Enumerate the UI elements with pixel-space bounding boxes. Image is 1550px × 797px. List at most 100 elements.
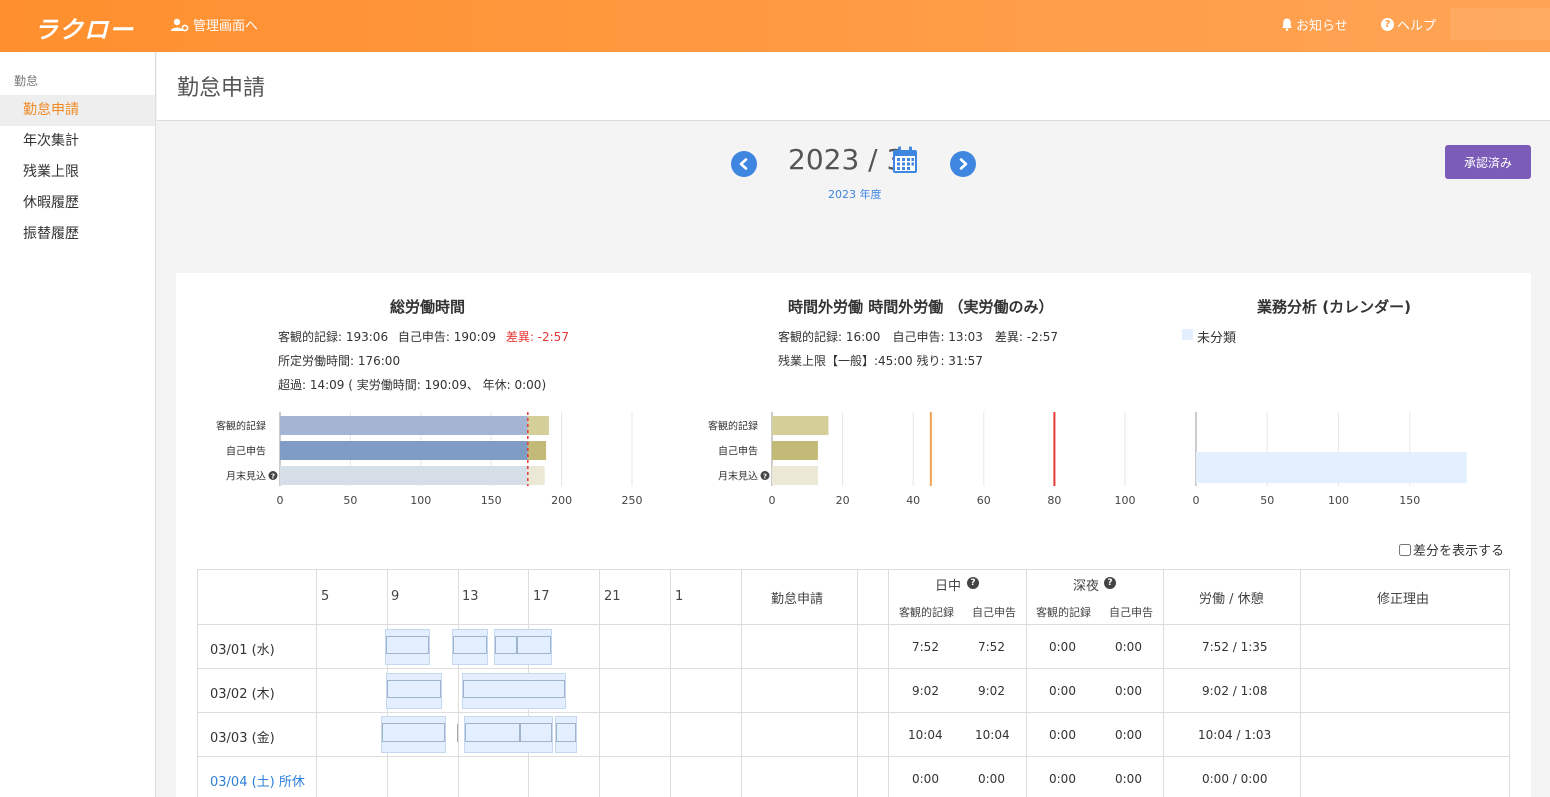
header-application: 勤怠申請 [771, 592, 824, 607]
sidebar-item-overtime-limit[interactable]: 残業上限 [0, 157, 155, 188]
row-day-objective: 10:04 [908, 728, 943, 742]
subheader-day-self: 自己申告 [972, 606, 1016, 619]
daytime-help-icon[interactable]: ? [967, 577, 979, 589]
x-tick-label: 50 [1260, 494, 1274, 507]
row-date[interactable]: 03/01 (水) [210, 639, 275, 658]
fiscal-year-label: 2023 年度 [828, 188, 882, 201]
question-circle-icon: ? [1381, 18, 1394, 31]
user-cog-icon [171, 18, 189, 31]
x-tick-label: 150 [481, 494, 502, 507]
timeline-segment [453, 636, 487, 654]
row-night-self: 0:00 [1115, 728, 1142, 742]
prev-month-button[interactable] [731, 151, 757, 177]
timeline-segment [495, 636, 517, 654]
bar [527, 416, 549, 435]
row-day-self: 9:02 [978, 684, 1005, 698]
category-label: 月末見込 [718, 470, 758, 483]
hour-header: 21 [604, 589, 621, 604]
help-link[interactable]: ? ヘルプ [1381, 15, 1436, 34]
x-tick-label: 0 [769, 494, 776, 507]
sidebar-item-attendance-request[interactable]: 勤怠申請 [0, 95, 155, 126]
sidebar-item-annual-summary[interactable]: 年次集計 [0, 126, 155, 157]
header-night: 深夜 [1073, 579, 1100, 594]
sidebar-item-substitute-history[interactable]: 振替履歴 [0, 219, 155, 250]
diff-toggle[interactable]: 差分を表示する [1399, 540, 1504, 559]
help-label: ヘルプ [1397, 19, 1437, 34]
total-line1: 客観的記録: 193:06 自己申告: 190:09 差異: -2:57 [278, 328, 569, 345]
x-tick-label: 150 [1399, 494, 1420, 507]
row-date[interactable]: 03/03 (金) [210, 727, 275, 746]
calendar-icon[interactable] [892, 146, 918, 174]
table-row-divider [197, 569, 1509, 570]
row-date[interactable]: 03/02 (木) [210, 683, 275, 702]
timeline-segment [520, 723, 552, 742]
hour-header: 1 [675, 589, 684, 604]
row-day-self: 7:52 [978, 640, 1005, 654]
diff-checkbox[interactable] [1399, 543, 1411, 556]
timeline-segment [465, 723, 520, 742]
question-circle-icon[interactable]: ? [760, 471, 770, 481]
table-col-divider [458, 569, 459, 797]
x-tick-label: 250 [622, 494, 643, 507]
approved-button[interactable]: 承認済み [1445, 145, 1531, 179]
x-tick-label: 60 [977, 494, 991, 507]
row-night-objective: 0:00 [1049, 640, 1076, 654]
table-col-divider [1300, 569, 1301, 797]
subheader-day-objective: 客観的記録 [899, 606, 954, 619]
row-day-objective: 9:02 [912, 684, 939, 698]
table-col-divider [197, 569, 198, 797]
total-line3: 超過: 14:09 ( 実労働時間: 190:09、 年休: 0:00) [278, 378, 547, 392]
page-title: 勤怠申請 [177, 76, 266, 101]
x-tick-label: 80 [1047, 494, 1061, 507]
notice-link[interactable]: お知らせ [1281, 15, 1348, 34]
night-help-icon[interactable]: ? [1104, 577, 1116, 589]
category-label: 客観的記録 [216, 420, 266, 433]
subheader-night-objective: 客観的記録 [1036, 606, 1091, 619]
bar [772, 416, 829, 435]
table-row-divider [197, 624, 1509, 625]
row-work-break: 10:04 / 1:03 [1198, 728, 1272, 742]
total-diff: 差異: -2:57 [505, 330, 569, 344]
table-row-divider [197, 712, 1509, 713]
question-circle-icon[interactable]: ? [268, 471, 278, 481]
table-col-divider [1163, 569, 1164, 797]
row-night-self: 0:00 [1115, 772, 1142, 786]
timeline-segment [556, 723, 576, 742]
table-col-divider [1026, 569, 1027, 797]
sidebar-section-title: 勤怠 [14, 74, 39, 88]
bar [1196, 452, 1467, 483]
table-col-divider [857, 569, 858, 797]
app-logo[interactable]: ラクロー [34, 10, 134, 45]
subheader-night-self: 自己申告 [1109, 606, 1153, 619]
timeline-segment [517, 636, 551, 654]
x-tick-label: 100 [1115, 494, 1136, 507]
overtime-line1: 客観的記録: 16:00 自己申告: 13:03 差異: -2:57 [778, 330, 1059, 344]
sidebar: 勤怠 勤怠申請 年次集計 残業上限 休暇履歴 振替履歴 [0, 52, 156, 797]
page-header: 勤怠申請 [157, 52, 1550, 121]
row-night-objective: 0:00 [1049, 728, 1076, 742]
user-menu[interactable] [1450, 8, 1550, 40]
row-date[interactable]: 03/04 (土) 所休 [210, 771, 305, 790]
analysis-title: 業務分析 (カレンダー) [1257, 298, 1411, 316]
category-label: 自己申告 [226, 445, 266, 458]
category-label: 自己申告 [718, 445, 758, 458]
hour-header: 17 [533, 589, 550, 604]
chevron-left-icon [739, 158, 748, 170]
sidebar-item-leave-history[interactable]: 休暇履歴 [0, 188, 155, 219]
timeline-segment [463, 680, 565, 698]
bar [280, 441, 528, 460]
bar [280, 466, 528, 485]
bell-icon [1281, 18, 1293, 31]
category-label: 月末見込 [226, 470, 266, 483]
admin-link[interactable]: 管理画面へ [171, 15, 258, 34]
table-col-divider [599, 569, 600, 797]
bar [772, 441, 818, 460]
x-tick-label: 100 [1328, 494, 1349, 507]
timeline-segment [387, 680, 441, 698]
table-col-divider [316, 569, 317, 797]
svg-text:?: ? [763, 473, 767, 481]
analysis-chart: 0 50 100 150 [1193, 412, 1467, 507]
bar [772, 466, 818, 485]
next-month-button[interactable] [950, 151, 976, 177]
x-tick-label: 50 [343, 494, 357, 507]
